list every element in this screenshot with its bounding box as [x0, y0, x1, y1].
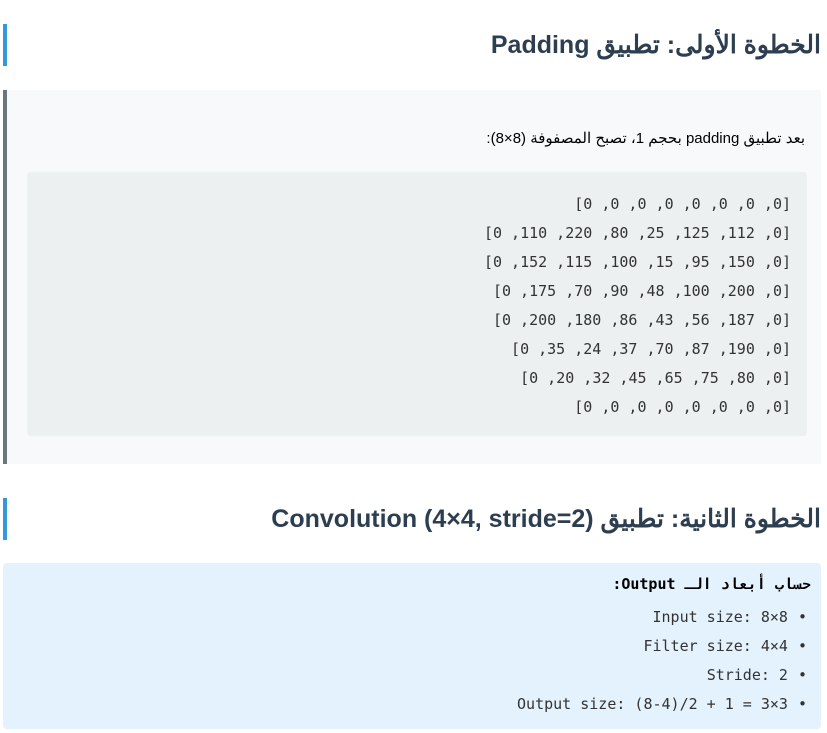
output-dimensions-title: حساب أبعاد الـ Output: [612, 575, 811, 593]
bullet-icon: • [797, 637, 807, 655]
list-item: • Output size: (8-4)/2 + 1 = 3×3 [517, 690, 807, 719]
matrix-row: [0, 190, 87, 70, 37, 24, 35, 0] [511, 340, 791, 358]
padding-description: بعد تطبيق padding بحجم 1، تصبح المصفوفة … [486, 130, 805, 147]
matrix-row: [0, 187, 56, 43, 86, 180, 200, 0] [492, 311, 791, 329]
bullet-icon: • [797, 608, 807, 626]
padding-step-box: بعد تطبيق padding بحجم 1، تصبح المصفوفة … [3, 90, 821, 464]
output-dimensions-box: حساب أبعاد الـ Output: • Input size: 8×8 … [3, 563, 821, 729]
list-item: • Filter size: 4×4 [517, 632, 807, 661]
matrix-row: [0, 150, 95, 15, 100, 115, 152, 0] [483, 253, 791, 271]
list-item: • Input size: 8×8 [517, 603, 808, 632]
input-size-text: Input size: 8×8 [652, 608, 788, 626]
matrix-row: [0, 0, 0, 0, 0, 0, 0, 0] [574, 398, 791, 416]
output-size-text: Output size: (8-4)/2 + 1 = 3×3 [517, 695, 788, 713]
matrix-row: [0, 80, 75, 65, 45, 32, 20, 0] [520, 369, 791, 387]
matrix-row: [0, 200, 100, 48, 90, 70, 175, 0] [492, 282, 791, 300]
step2-heading: الخطوة الثانية: تطبيق Convolution (4×4, … [3, 498, 821, 540]
padded-matrix-block: [0, 0, 0, 0, 0, 0, 0, 0] [0, 112, 125, 2… [27, 172, 807, 436]
list-item: • Stride: 2 [517, 661, 807, 690]
padded-matrix: [0, 0, 0, 0, 0, 0, 0, 0] [0, 112, 125, 2… [484, 190, 791, 422]
matrix-row: [0, 0, 0, 0, 0, 0, 0, 0] [574, 195, 791, 213]
bullet-icon: • [797, 666, 807, 684]
stride-text: Stride: 2 [706, 666, 788, 684]
step1-heading: الخطوة الأولى: تطبيق Padding [3, 24, 821, 66]
output-dimensions-list: • Input size: 8×8 • Filter size: 4×4 • Stri… [517, 603, 807, 719]
matrix-row: [0, 112, 125, 25, 80, 220, 110, 0] [483, 224, 791, 242]
bullet-icon: • [797, 695, 807, 713]
filter-size-text: Filter size: 4×4 [643, 637, 788, 655]
